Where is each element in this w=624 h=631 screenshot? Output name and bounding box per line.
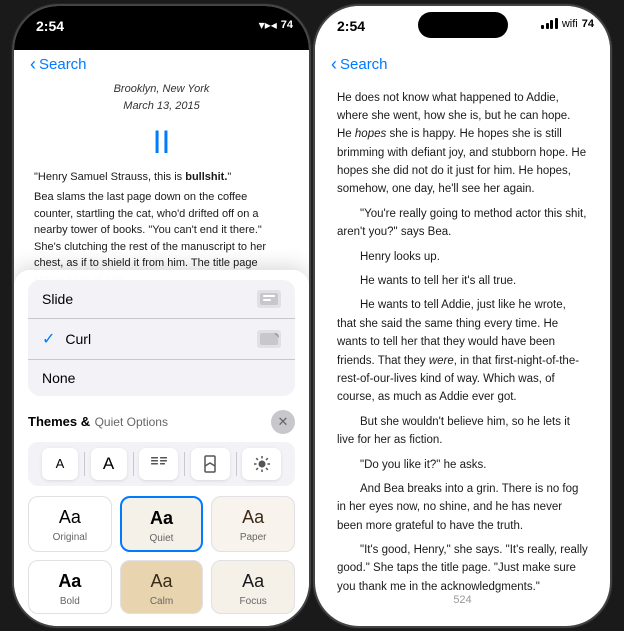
book-content-full: He does not know what happened to Addie,… (315, 81, 610, 601)
font-aa-button[interactable] (191, 448, 230, 480)
back-chevron-icon: ‹ (30, 54, 36, 75)
theme-calm-aa: Aa (150, 571, 172, 592)
font-decrease-button[interactable]: A (42, 448, 78, 480)
book-content: Brooklyn, New York March 13, 2015 II "He… (14, 81, 309, 296)
font-increase-button[interactable]: A (91, 448, 127, 480)
status-time: 2:54 (36, 18, 64, 34)
phone-2: 2:54 wifi 74 ‹ Search He does not know w… (315, 6, 610, 626)
back-button-2[interactable]: ‹ Search (331, 54, 388, 75)
theme-original-label: Original (53, 532, 87, 543)
battery-number: 74 (281, 19, 293, 31)
bookmark-icon (200, 454, 220, 474)
divider4 (236, 452, 237, 476)
theme-focus-card[interactable]: Aa Focus (211, 560, 295, 614)
back-button[interactable]: ‹ Search (30, 54, 87, 75)
theme-original-card[interactable]: Aa Original (28, 496, 112, 552)
theme-paper-card[interactable]: Aa Paper (211, 496, 295, 552)
signal-icon (238, 19, 255, 30)
nav-bar-2: ‹ Search (315, 50, 610, 81)
phone-1: 2:54 ▾▸◂ 74 ‹ Search Brooklyn, New York … (14, 6, 309, 626)
divider (84, 452, 85, 476)
curl-label: Curl (65, 331, 91, 347)
theme-quiet-card[interactable]: Aa Quiet (120, 496, 204, 552)
theme-bold-aa: Aa (58, 571, 81, 592)
font-style-button[interactable] (139, 448, 178, 480)
curl-icon (257, 330, 281, 348)
wifi-icon: ▾▸◂ (259, 18, 277, 32)
columns-icon (149, 454, 169, 474)
transition-none[interactable]: None (28, 360, 295, 396)
theme-paper-label: Paper (240, 532, 267, 543)
divider3 (184, 452, 185, 476)
signal-icon-2 (541, 18, 558, 29)
back-label-2: Search (340, 56, 388, 73)
transition-menu: Slide ✓ Curl None (28, 280, 295, 396)
page-number: 524 (315, 594, 610, 606)
book-location: Brooklyn, New York March 13, 2015 (34, 81, 289, 116)
close-button[interactable]: ✕ (271, 410, 295, 434)
dynamic-island (117, 18, 207, 44)
theme-bold-label: Bold (60, 596, 80, 607)
back-chevron-icon-2: ‹ (331, 54, 337, 75)
themes-title-group: Themes & Quiet Options (28, 413, 168, 431)
chapter-number: II (34, 124, 289, 161)
slide-icon (257, 290, 281, 308)
wifi-icon-2: wifi (562, 18, 578, 30)
brightness-button[interactable] (242, 448, 281, 480)
theme-calm-card[interactable]: Aa Calm (120, 560, 204, 614)
theme-focus-aa: Aa (242, 571, 264, 592)
battery-number-2: 74 (582, 18, 594, 30)
back-label: Search (39, 56, 87, 73)
themes-header: Themes & Quiet Options ✕ (14, 404, 309, 438)
divider2 (133, 452, 134, 476)
overlay-panel: Slide ✓ Curl None (14, 270, 309, 626)
transition-slide[interactable]: Slide (28, 280, 295, 319)
themes-subtitle: Quiet Options (95, 415, 168, 429)
nav-bar: ‹ Search (14, 50, 309, 81)
transition-curl[interactable]: ✓ Curl (28, 319, 295, 360)
status-time-2: 2:54 (337, 18, 365, 34)
theme-quiet-aa: Aa (150, 508, 173, 529)
none-label: None (42, 370, 75, 386)
sun-icon (253, 455, 271, 473)
slide-label: Slide (42, 291, 73, 307)
font-controls: A A (28, 442, 295, 486)
themes-title: Themes & (28, 414, 90, 429)
theme-focus-label: Focus (240, 596, 267, 607)
theme-paper-aa: Aa (242, 507, 264, 528)
check-icon: ✓ (42, 329, 55, 349)
theme-quiet-label: Quiet (150, 533, 174, 544)
dynamic-island-2 (418, 12, 508, 38)
theme-bold-card[interactable]: Aa Bold (28, 560, 112, 614)
theme-grid: Aa Original Aa Quiet Aa Paper Aa Bold Aa… (14, 490, 309, 626)
theme-calm-label: Calm (150, 596, 173, 607)
theme-original-aa: Aa (59, 507, 81, 528)
